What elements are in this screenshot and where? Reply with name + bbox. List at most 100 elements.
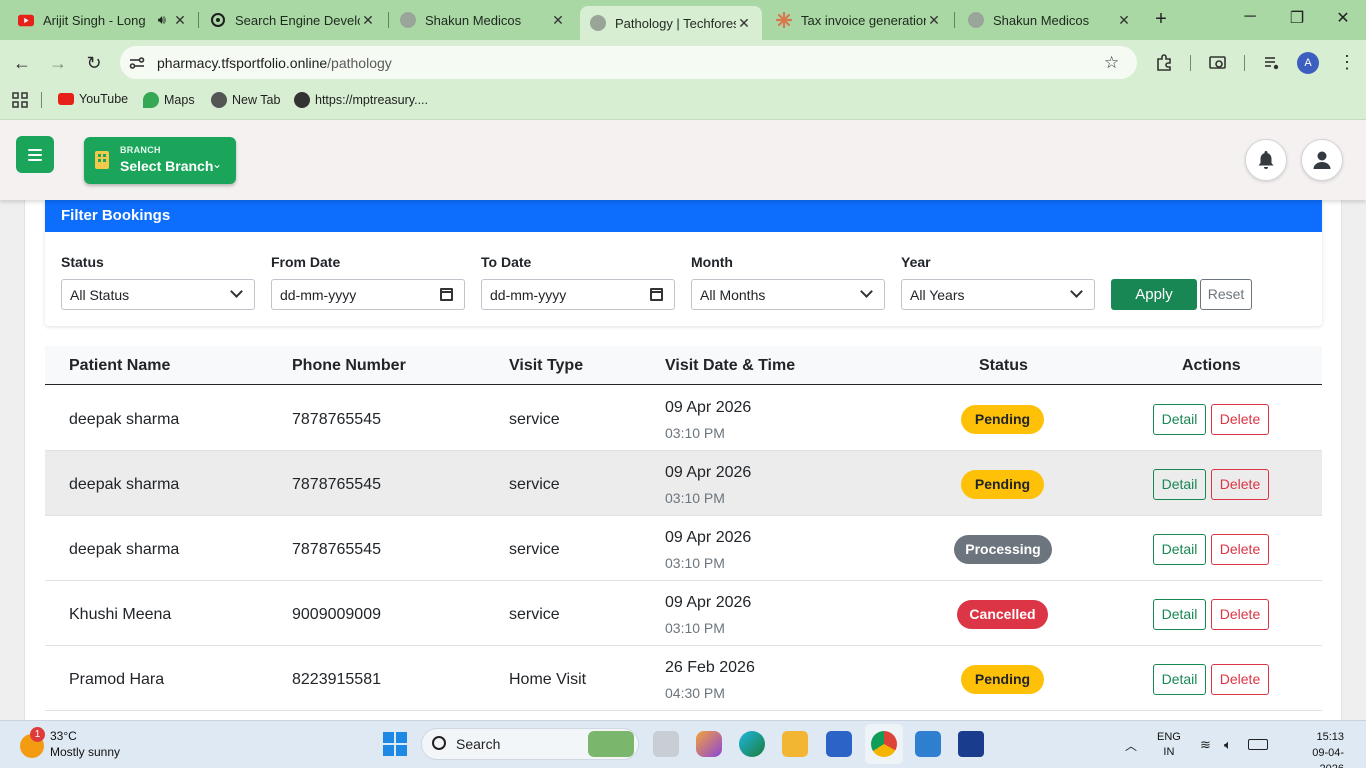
detail-button[interactable]: Detail [1153, 599, 1206, 630]
apps-grid-icon[interactable] [12, 92, 28, 108]
clock-time: 15:13 [1316, 731, 1344, 743]
bookmark-star-icon[interactable]: ☆ [1104, 53, 1119, 73]
url-text[interactable]: pharmacy.tfsportfolio.online/pathology [157, 55, 392, 71]
bookmark-maps[interactable]: Maps [143, 92, 195, 108]
browser-tab-bar: Arijit Singh - Long 🔊︎ ✕ Search Engine D… [0, 0, 1366, 40]
wifi-icon[interactable]: ≋ [1200, 737, 1211, 753]
visit-type: Home Visit [509, 671, 587, 688]
language-indicator[interactable]: ENG IN [1157, 730, 1181, 760]
visit-date: 09 Apr 2026 [665, 594, 752, 611]
bookmark-youtube[interactable]: YouTube [58, 92, 128, 106]
close-tab-icon[interactable]: ✕ [172, 12, 188, 29]
patient-name: Pramod Hara [69, 671, 165, 688]
photos-icon[interactable] [915, 731, 941, 757]
profile-avatar[interactable]: A [1297, 52, 1319, 74]
from-date-label: From Date [271, 254, 341, 270]
patient-name: deepak sharma [69, 541, 180, 558]
month-filter-select[interactable]: All Months [691, 279, 885, 310]
close-window-icon[interactable]: ✕ [1333, 8, 1353, 28]
close-tab-icon[interactable]: ✕ [926, 12, 942, 29]
file-explorer-icon[interactable] [782, 731, 808, 757]
user-profile-button[interactable] [1301, 139, 1343, 181]
table-row: deepak sharma 7878765545 service 09 Apr … [45, 386, 1322, 451]
windows-start-icon[interactable] [383, 732, 407, 756]
clock-date: 09-04-2026 [1312, 747, 1344, 768]
close-tab-icon[interactable]: ✕ [360, 12, 376, 29]
media-control-icon[interactable] [1263, 54, 1281, 72]
browser-tab[interactable]: Shakun Medicos ✕ [958, 4, 1142, 36]
microsoft-store-icon[interactable] [826, 731, 852, 757]
new-tab-button[interactable]: + [1150, 8, 1172, 30]
close-tab-icon[interactable]: ✕ [550, 12, 566, 29]
browser-tab[interactable]: Tax invoice generation ✕ [766, 4, 952, 36]
table-row: deepak sharma 7878765545 service 09 Apr … [45, 516, 1322, 581]
column-header-patient-name: Patient Name [69, 357, 171, 374]
back-icon[interactable]: ← [10, 52, 34, 74]
close-tab-icon[interactable]: ✕ [1116, 12, 1132, 29]
battery-icon[interactable] [1248, 739, 1268, 750]
speaker-icon[interactable]: 🔊︎ [158, 12, 166, 28]
status-filter-select[interactable]: All Status [61, 279, 255, 310]
restore-icon[interactable]: ❐ [1287, 8, 1307, 28]
copilot-icon[interactable] [696, 731, 722, 757]
weather-condition[interactable]: Mostly sunny [50, 745, 120, 759]
status-badge: Pending [961, 665, 1044, 694]
delete-button[interactable]: Delete [1211, 534, 1269, 565]
chevron-up-icon[interactable]: ︿ [1125, 737, 1137, 754]
system-clock[interactable]: 15:13 09-04-2026 [1296, 729, 1344, 768]
cast-search-icon[interactable] [1209, 54, 1227, 72]
browser-tab-active[interactable]: Pathology | Techforest ✕ [580, 6, 762, 40]
main-content: Filter Bookings Status All Status From D… [24, 190, 1342, 720]
tab-separator [954, 12, 955, 28]
year-filter-select[interactable]: All Years [901, 279, 1095, 310]
browser-tab[interactable]: Shakun Medicos ✕ [390, 4, 576, 36]
month-filter-label: Month [691, 254, 733, 270]
extensions-icon[interactable] [1155, 54, 1173, 72]
visit-time: 03:10 PM [665, 490, 725, 506]
delete-button[interactable]: Delete [1211, 469, 1269, 500]
minimize-icon[interactable]: ─ [1240, 8, 1260, 26]
detail-button[interactable]: Detail [1153, 404, 1206, 435]
to-date-input[interactable]: dd-mm-yyyy [481, 279, 675, 310]
delete-button[interactable]: Delete [1211, 664, 1269, 695]
detail-button[interactable]: Detail [1153, 469, 1206, 500]
hamburger-menu-button[interactable] [16, 136, 54, 173]
visit-time: 03:10 PM [665, 555, 725, 571]
chrome-icon[interactable] [871, 731, 897, 757]
reload-icon[interactable]: ↻ [82, 52, 106, 74]
apply-filter-button[interactable]: Apply [1111, 279, 1197, 310]
bookmark-new-tab[interactable]: New Tab [211, 92, 280, 108]
bookmark-label: Maps [164, 93, 195, 107]
edge-icon[interactable] [739, 731, 765, 757]
browser-menu-icon[interactable]: ⋮ [1338, 52, 1356, 73]
calendar-icon[interactable] [440, 288, 453, 301]
weather-temperature[interactable]: 33°C [50, 729, 77, 743]
visit-type: service [509, 476, 560, 493]
delete-button[interactable]: Delete [1211, 404, 1269, 435]
volume-icon[interactable]: 🔈︎ [1224, 737, 1232, 753]
column-header-actions: Actions [1182, 357, 1241, 374]
bookmark-mptreasury[interactable]: https://mptreasury.... [294, 92, 428, 108]
browser-tab[interactable]: Arijit Singh - Long 🔊︎ ✕ [8, 4, 198, 36]
forward-icon[interactable]: → [46, 52, 70, 74]
app-launcher-icon[interactable] [958, 731, 984, 757]
task-view-icon[interactable] [653, 731, 679, 757]
globe-icon [590, 15, 606, 31]
browser-tab[interactable]: Search Engine Develop ✕ [200, 4, 386, 36]
branch-selector-button[interactable]: BRANCH Select Branch ⌄ [84, 137, 236, 184]
to-date-value: dd-mm-yyyy [490, 287, 567, 303]
status-badge: Pending [961, 405, 1044, 434]
calendar-icon[interactable] [650, 288, 663, 301]
detail-button[interactable]: Detail [1153, 664, 1206, 695]
from-date-input[interactable]: dd-mm-yyyy [271, 279, 465, 310]
column-header-phone: Phone Number [292, 357, 406, 374]
site-settings-icon[interactable] [128, 54, 146, 72]
visit-date: 09 Apr 2026 [665, 399, 752, 416]
reset-filter-button[interactable]: Reset [1200, 279, 1252, 310]
delete-button[interactable]: Delete [1211, 599, 1269, 630]
close-tab-icon[interactable]: ✕ [736, 15, 752, 32]
month-filter-value: All Months [700, 287, 766, 303]
notification-button[interactable] [1245, 139, 1287, 181]
toolbar-separator [1244, 55, 1245, 71]
detail-button[interactable]: Detail [1153, 534, 1206, 565]
